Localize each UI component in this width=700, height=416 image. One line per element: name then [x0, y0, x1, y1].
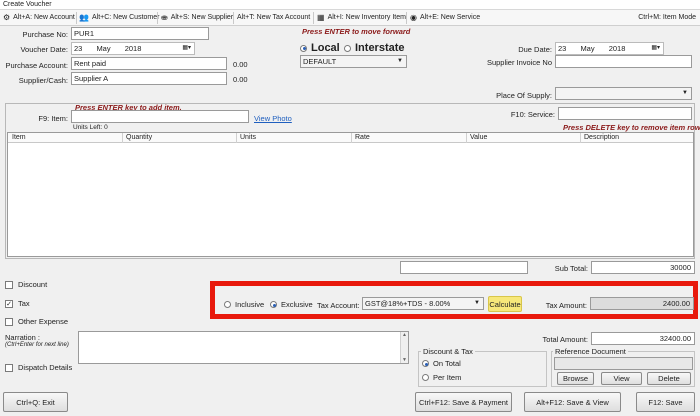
- new-account-button[interactable]: ⚙ Alt+A: New Account: [3, 10, 75, 26]
- item-label: F9: Item:: [38, 114, 68, 123]
- voucher-date-label: Voucher Date:: [20, 45, 68, 54]
- enter-note: Press ENTER to move forward: [302, 27, 411, 36]
- service-icon: ◉: [410, 13, 417, 22]
- new-service-button[interactable]: ◉ Alt+E: New Service: [410, 10, 480, 26]
- calculate-button[interactable]: Calculate: [488, 296, 522, 312]
- toolbar: ⚙ Alt+A: New Account 👥 Alt+C: New Custom…: [0, 10, 700, 26]
- reference-title: Reference Document: [553, 347, 628, 356]
- subtotal-extra-field[interactable]: [400, 261, 528, 274]
- subtotal-value: 30000: [591, 261, 695, 274]
- chevron-down-icon: ▼: [682, 90, 688, 96]
- view-photo-link[interactable]: View Photo: [254, 114, 292, 123]
- service-input[interactable]: [558, 107, 692, 120]
- customer-icon: 👥: [79, 13, 89, 22]
- purchase-account-balance: 0.00: [233, 60, 248, 69]
- exclusive-radio[interactable]: Exclusive: [270, 300, 313, 309]
- units-left: Units Left: 0: [73, 124, 108, 131]
- per-item-radio[interactable]: Per Item: [422, 373, 461, 382]
- column-item: Item: [12, 134, 26, 141]
- local-radio[interactable]: Local: [300, 42, 340, 54]
- column-description: Description: [584, 134, 620, 141]
- narration-hint: (Ctrl+Enter for next line): [5, 342, 69, 348]
- column-rate: Rate: [355, 134, 370, 141]
- reference-field[interactable]: [554, 357, 693, 370]
- tax-account-select[interactable]: GST@18%+TDS - 8.00% ▼: [362, 297, 484, 310]
- total-amount-label: Total Amount:: [542, 335, 588, 344]
- check-icon: ✓: [5, 299, 13, 308]
- inventory-icon: ▦: [317, 13, 325, 22]
- calendar-icon[interactable]: ▦▾: [651, 43, 660, 54]
- service-label: F10: Service:: [510, 110, 555, 119]
- supplier-icon: ⛂: [161, 13, 168, 22]
- other-expense-checkbox[interactable]: Other Expense: [5, 317, 68, 326]
- supplier-label: Supplier/Cash:: [18, 76, 68, 85]
- place-of-supply-select[interactable]: ▼: [555, 87, 692, 100]
- window-title: Create Voucher: [0, 0, 700, 10]
- due-date-label: Due Date:: [518, 45, 552, 54]
- save-payment-button[interactable]: Ctrl+F12: Save & Payment: [415, 392, 512, 412]
- new-inventory-item-button[interactable]: ▦ Alt+I: New Inventory Item: [317, 10, 406, 26]
- purchase-account-label: Purchase Account:: [5, 61, 68, 70]
- dispatch-details-checkbox[interactable]: Dispatch Details: [5, 363, 72, 372]
- narration-label: Narration :: [5, 333, 41, 342]
- supplier-field[interactable]: Supplier A: [71, 72, 227, 85]
- supplier-invoice-label: Supplier Invoice No: [486, 58, 552, 67]
- purchase-account-field[interactable]: Rent paid: [71, 57, 227, 70]
- tax-amount-value: 2400.00: [590, 297, 694, 310]
- interstate-radio[interactable]: Interstate: [344, 42, 405, 54]
- narration-textarea[interactable]: ▲ ▼: [78, 331, 409, 364]
- delete-button[interactable]: Delete: [647, 372, 691, 385]
- voucher-date-picker[interactable]: 23 May 2018 ▦▾: [71, 42, 195, 55]
- subtotal-label: Sub Total:: [554, 264, 588, 273]
- new-supplier-button[interactable]: ⛂ Alt+S: New Supplier: [161, 10, 233, 26]
- place-of-supply-label: Place Of Supply:: [496, 91, 552, 100]
- add-account-icon: ⚙: [3, 13, 11, 22]
- remove-item-note: Press DELETE key to remove item row.: [563, 123, 700, 132]
- supplier-balance: 0.00: [233, 75, 248, 84]
- total-amount-value: 32400.00: [591, 332, 695, 345]
- chevron-down-icon: ▼: [474, 300, 480, 306]
- discount-checkbox[interactable]: Discount: [5, 280, 47, 289]
- browse-button[interactable]: Browse: [557, 372, 594, 385]
- inclusive-radio[interactable]: Inclusive: [224, 300, 264, 309]
- new-customer-button[interactable]: 👥 Alt+C: New Customer: [79, 10, 159, 26]
- new-tax-account-button[interactable]: Alt+T: New Tax Account: [237, 10, 310, 26]
- chevron-down-icon: ▼: [397, 58, 403, 64]
- item-input[interactable]: [71, 110, 249, 123]
- save-button[interactable]: F12: Save: [636, 392, 695, 412]
- due-date-picker[interactable]: 23 May 2018 ▦▾: [555, 42, 664, 55]
- supplier-invoice-field[interactable]: [555, 55, 692, 68]
- column-value: Value: [470, 134, 488, 141]
- narration-scrollbar[interactable]: ▲ ▼: [400, 332, 408, 363]
- item-mode-shortcut[interactable]: Ctrl+M: Item Mode: [638, 10, 696, 26]
- view-button[interactable]: View: [601, 372, 642, 385]
- tax-account-label: Tax Account:: [317, 301, 360, 310]
- purchase-no-field[interactable]: PUR1: [71, 27, 209, 40]
- tax-profile-select[interactable]: DEFAULT ▼: [300, 55, 407, 68]
- grid-header: Item Quantity Units Rate Value Descripti…: [8, 133, 693, 143]
- purchase-no-label: Purchase No:: [22, 30, 68, 39]
- column-quantity: Quantity: [126, 134, 153, 141]
- save-view-button[interactable]: Alt+F12: Save & View: [524, 392, 621, 412]
- calendar-icon[interactable]: ▦▾: [182, 43, 191, 54]
- on-total-radio[interactable]: On Total: [422, 359, 461, 368]
- tax-amount-label: Tax Amount:: [545, 301, 587, 310]
- column-units: Units: [240, 134, 256, 141]
- exit-button[interactable]: Ctrl+Q: Exit: [3, 392, 68, 412]
- items-grid[interactable]: Item Quantity Units Rate Value Descripti…: [7, 132, 694, 257]
- tax-checkbox[interactable]: ✓ Tax: [5, 299, 30, 308]
- discount-tax-title: Discount & Tax: [421, 347, 475, 356]
